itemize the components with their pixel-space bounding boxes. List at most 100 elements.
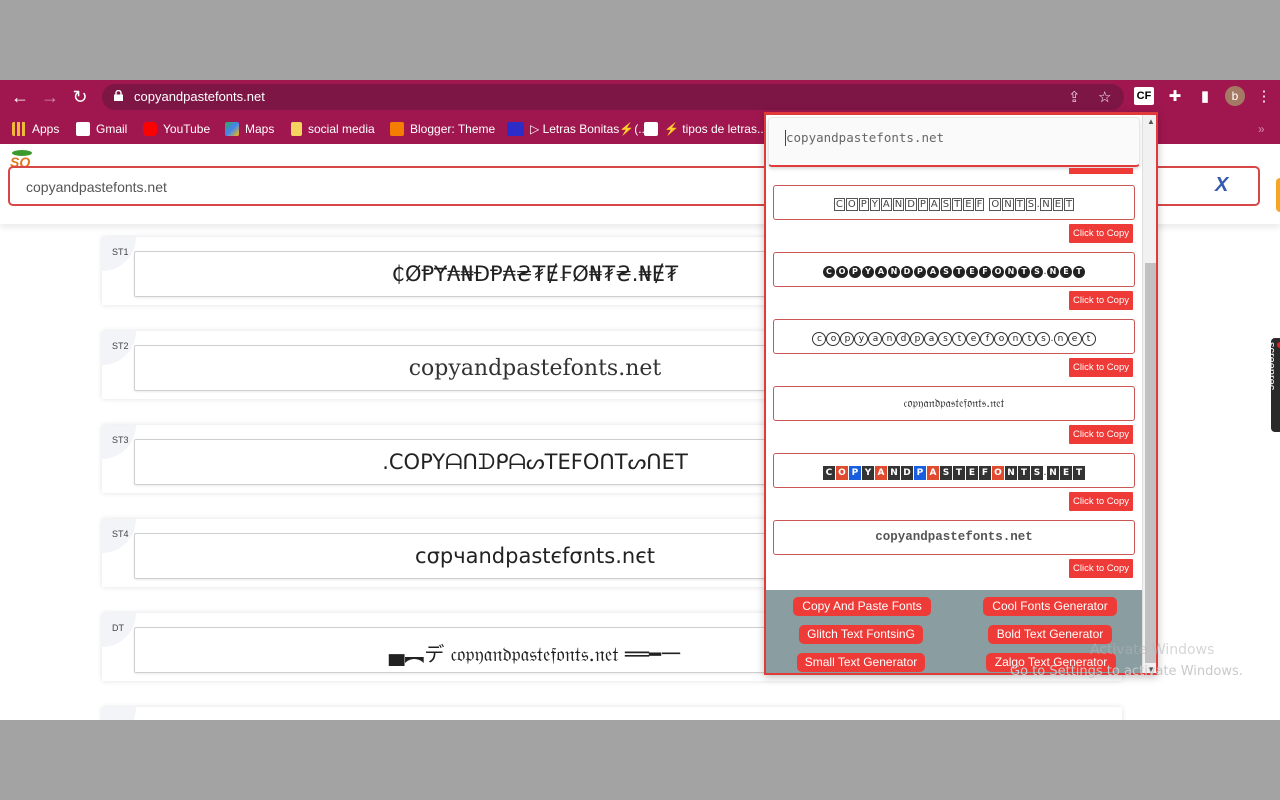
styled-char: T [952,266,965,278]
bookmark-youtube[interactable]: YouTube [143,120,210,138]
result-serif-bold[interactable]: copyandpastefonts.net [773,520,1135,555]
styled-char: t [1081,332,1096,346]
back-button[interactable]: ← [8,86,32,108]
copy-button[interactable]: Click to Copy [1069,425,1133,444]
styled-char: A [874,466,887,480]
styled-char: T [1064,198,1075,211]
styled-char: Y [861,466,874,480]
lock-icon [114,90,123,101]
result-squared[interactable]: COPYANDPASTEFONTS.NET [773,185,1135,220]
bookmark-star-icon[interactable]: ☆ [1098,88,1111,106]
screenrec-widget[interactable]: screenrec [1265,338,1280,432]
bookmark-social-media[interactable]: social media [291,120,375,138]
styled-char: Y [869,198,880,211]
styled-char: T [952,198,963,211]
copy-button[interactable]: Click to Copy [1069,291,1133,310]
clear-input-button[interactable]: X [1215,174,1228,197]
scroll-up-arrow-icon[interactable]: ▲ [1143,115,1156,129]
styled-char: O [989,198,1002,211]
styled-char: O [991,266,1004,278]
link-cool-fonts-generator[interactable]: Cool Fonts Generator [983,597,1117,616]
result-circled-white[interactable]: copyandpastefonts.net [773,319,1135,354]
styled-char: A [928,198,940,211]
styled-char: D [900,466,913,480]
bookmark-blogger[interactable]: Blogger: Theme [390,120,495,138]
styled-char: p [840,332,855,346]
styled-char: P [913,266,926,278]
styled-char: N [1040,198,1052,211]
side-tab[interactable] [1276,178,1280,212]
styled-char: T [1073,266,1086,278]
copy-button-partial[interactable] [1069,168,1133,174]
popup-text-input[interactable]: copyandpastefonts.net [768,117,1140,167]
styled-char: N [1004,266,1017,278]
result-text: copyandpastefonts.net [812,328,1096,346]
copy-button[interactable]: Click to Copy [1069,492,1133,511]
extensions-puzzle-icon[interactable]: ✚ [1165,86,1185,108]
styled-char: s [1036,332,1051,346]
forward-button[interactable]: → [38,86,62,108]
styled-char: S [939,466,952,480]
bookmarks-overflow-button[interactable]: » [1258,120,1265,138]
link-glitch-text[interactable]: Glitch Text FontsinG [799,625,923,644]
bookmark-gmail[interactable]: Gmail [76,120,127,138]
styled-char: F [978,266,991,278]
side-panel-icon[interactable]: ▮ [1195,86,1215,108]
styled-char: N [892,198,905,211]
styled-char: a [924,332,939,346]
style-tag: ST2 [102,331,136,365]
copy-button[interactable]: Click to Copy [1069,224,1133,243]
styled-char: C [833,198,845,211]
styled-char: F [974,198,985,211]
styled-char: O [845,198,858,211]
copy-button[interactable]: Click to Copy [1069,358,1133,377]
popup-scrollbar[interactable]: ▲ ▼ [1142,115,1156,673]
link-small-text-generator[interactable]: Small Text Generator [797,653,925,672]
styled-char: t [952,332,967,346]
styled-char: E [965,266,978,278]
styled-char: E [965,466,978,480]
styled-char: S [939,266,952,278]
folder-icon [291,122,302,136]
styled-char: F [978,466,991,480]
profile-avatar[interactable]: b [1225,86,1245,106]
styled-char: t [1022,332,1037,346]
cf-extension-button[interactable]: CF [1134,87,1154,105]
result-text: COPYANDPASTEFONTS.NET [822,261,1086,278]
lb-icon [507,122,524,136]
styled-char: n [1053,332,1068,346]
styled-char: D [900,266,913,278]
address-bar[interactable]: copyandpastefonts.net ⇪ ☆ [102,84,1124,110]
styled-char: N [1002,198,1014,211]
td-icon [644,122,658,136]
styled-char: A [926,466,939,480]
youtube-icon [143,122,157,136]
link-copy-and-paste-fonts[interactable]: Copy And Paste Fonts [793,597,931,616]
styled-char: P [858,198,869,211]
result-text: COPYANDPASTEFONTS.NET [833,194,1075,211]
styled-char: Y [861,266,874,278]
result-tiles[interactable]: COPYANDPASTEFONTS.NET [773,453,1135,488]
copy-button[interactable]: Click to Copy [1069,559,1133,578]
styled-char: N [887,266,900,278]
popup-footer-links: Copy And Paste Fonts Cool Fonts Generato… [766,590,1142,673]
bookmark-letras-bonitas[interactable]: ▷ Letras Bonitas⚡(... [507,120,648,138]
apps-grid-icon [12,122,26,136]
styled-char: T [952,466,965,480]
styled-char: T [1017,266,1030,278]
bookmark-tipos-de-letras[interactable]: ⚡ tipos de letras... [644,120,767,138]
share-icon[interactable]: ⇪ [1068,88,1081,106]
result-circled-black[interactable]: COPYANDPASTEFONTS.NET [773,252,1135,287]
result-fraktur[interactable]: 𝔠𝔬𝔭𝔶𝔞𝔫𝔡𝔭𝔞𝔰𝔱𝔢𝔣𝔬𝔫𝔱𝔰.𝔫𝔢𝔱 [773,386,1135,421]
browser-window: ← → ↻ copyandpastefonts.net ⇪ ☆ CF ✚ ▮ b… [0,80,1280,720]
styled-char: N [887,466,900,480]
reload-button[interactable]: ↻ [68,86,92,108]
styled-char: E [1060,266,1073,278]
style-card-next [102,707,1122,720]
styled-char: T [1017,466,1030,480]
menu-kebab-icon[interactable]: ⋮ [1256,86,1272,108]
bookmark-apps[interactable]: Apps [12,120,59,138]
bookmark-maps[interactable]: Maps [225,120,274,138]
scrollbar-thumb[interactable] [1145,263,1156,663]
result-text: copyandpastefonts.net [875,530,1033,544]
